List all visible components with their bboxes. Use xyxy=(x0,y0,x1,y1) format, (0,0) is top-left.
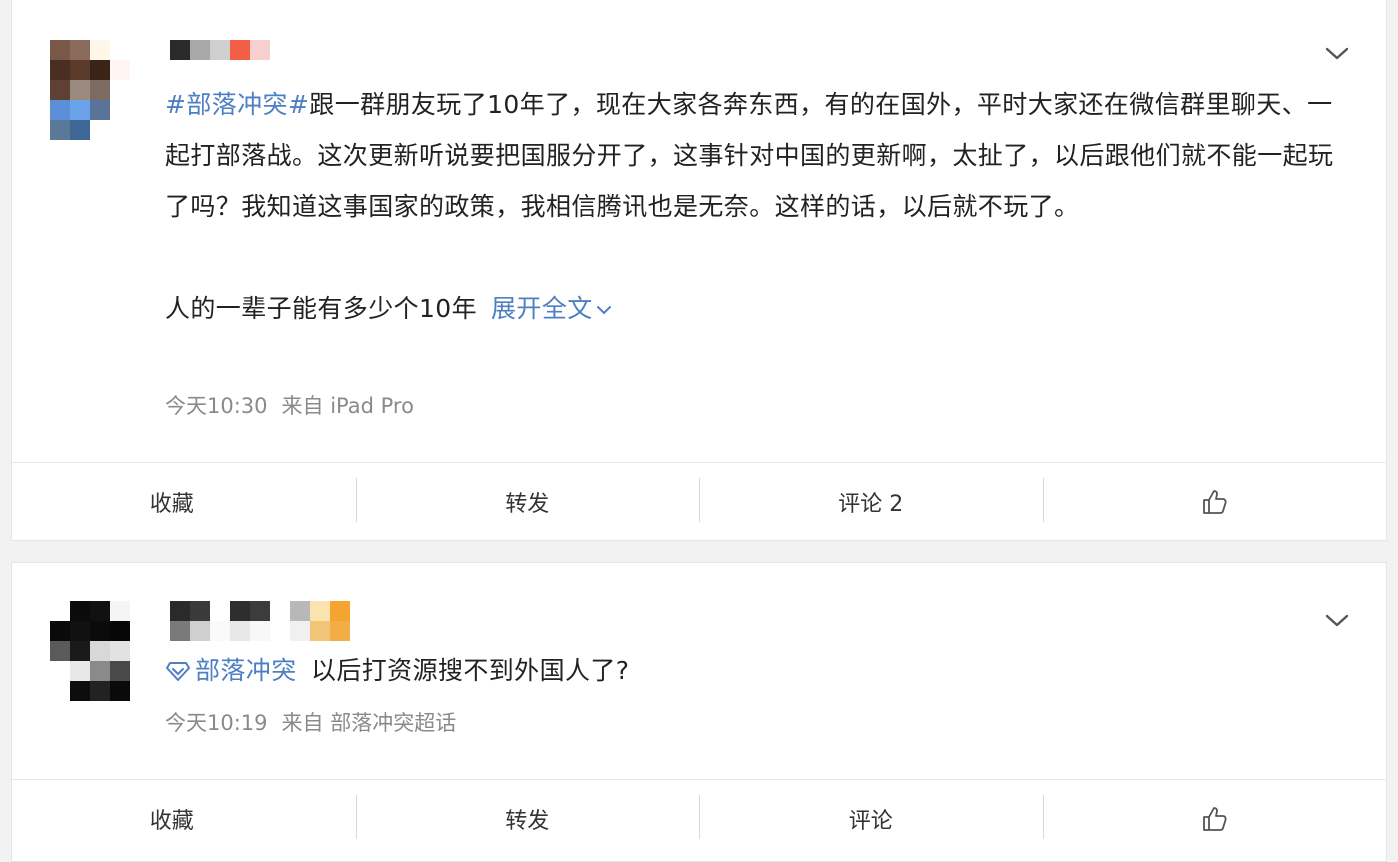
post-time: 今天10:19 xyxy=(165,711,268,735)
avatar[interactable] xyxy=(50,40,130,140)
post-text: 部落冲突 以后打资源搜不到外国人了? xyxy=(165,645,1355,696)
post-body-second-line: 人的一辈子能有多少个10年 xyxy=(165,294,478,323)
action-bar: 收藏 转发 评论 xyxy=(12,779,1386,857)
post-body: 以后打资源搜不到外国人了? xyxy=(310,656,630,685)
thumbs-up-icon xyxy=(1203,806,1227,831)
thumbs-up-icon xyxy=(1203,489,1227,514)
repost-button[interactable]: 转发 xyxy=(355,780,700,857)
favorite-label: 收藏 xyxy=(149,808,194,834)
post-menu-chevron[interactable] xyxy=(1324,607,1350,633)
favorite-label: 收藏 xyxy=(149,491,194,517)
post-time: 今天10:30 xyxy=(165,394,268,418)
post-meta: 今天10:19 来自 部落冲突超话 xyxy=(165,707,456,737)
expand-full-text-link[interactable]: 展开全文 xyxy=(491,294,613,323)
comment-label: 评论 xyxy=(848,808,893,834)
comment-label: 评论 2 xyxy=(838,491,904,517)
username[interactable] xyxy=(170,40,270,60)
post-source: 来自 部落冲突超话 xyxy=(281,711,457,735)
username[interactable] xyxy=(170,601,360,641)
avatar[interactable] xyxy=(50,601,130,701)
post-menu-chevron[interactable] xyxy=(1324,40,1350,66)
post-body: 跟一群朋友玩了10年了，现在大家各奔东西，有的在国外，平时大家还在微信群里聊天、… xyxy=(165,90,1334,221)
comment-button[interactable]: 评论 2 xyxy=(699,463,1043,540)
topic-tag[interactable]: #部落冲突# xyxy=(165,90,309,119)
favorite-button[interactable]: 收藏 xyxy=(12,463,356,540)
repost-label: 转发 xyxy=(505,491,550,517)
super-topic-icon xyxy=(166,662,190,681)
action-bar: 收藏 转发 评论 2 xyxy=(12,462,1386,540)
chevron-down-icon xyxy=(596,306,611,315)
repost-label: 转发 xyxy=(505,808,550,834)
post-source: 来自 iPad Pro xyxy=(281,394,414,418)
chevron-down-icon xyxy=(1325,47,1349,60)
super-topic-link[interactable]: 部落冲突 xyxy=(165,656,297,685)
post-text: #部落冲突#跟一群朋友玩了10年了，现在大家各奔东西，有的在国外，平时大家还在微… xyxy=(165,79,1355,334)
repost-button[interactable]: 转发 xyxy=(355,463,700,540)
comment-button[interactable]: 评论 xyxy=(699,780,1043,857)
like-button[interactable] xyxy=(1042,463,1387,540)
favorite-button[interactable]: 收藏 xyxy=(12,780,356,857)
post-card: #部落冲突#跟一群朋友玩了10年了，现在大家各奔东西，有的在国外，平时大家还在微… xyxy=(11,0,1387,541)
chevron-down-icon xyxy=(1325,614,1349,627)
post-card: 部落冲突 以后打资源搜不到外国人了? 今天10:19 来自 部落冲突超话 收藏 转… xyxy=(11,562,1387,862)
post-meta: 今天10:30 来自 iPad Pro xyxy=(165,390,414,420)
like-button[interactable] xyxy=(1042,780,1387,857)
